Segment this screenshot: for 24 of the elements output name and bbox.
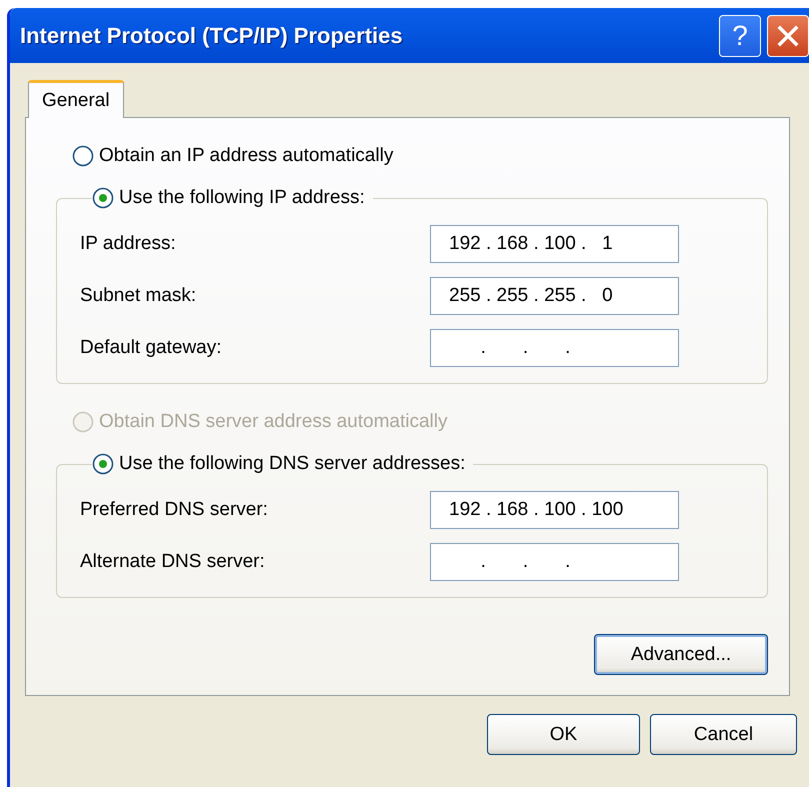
window-title: Internet Protocol (TCP/IP) Properties	[20, 22, 404, 48]
ip-address-field[interactable]: 192 . 168 . 100 . 1	[430, 225, 679, 263]
radio-button[interactable]	[92, 453, 114, 475]
ip-address-field[interactable]: . . .	[430, 543, 679, 581]
dialog-button[interactable]: Cancel	[650, 714, 797, 755]
field-label: Subnet mask:	[80, 285, 198, 307]
radio-button[interactable]	[92, 187, 114, 209]
ip-address-field[interactable]: 255 . 255 . 255 . 0	[430, 277, 679, 315]
radio-label[interactable]: Obtain an IP address automatically	[99, 145, 394, 167]
field-label: Default gateway:	[80, 337, 223, 359]
field-label: IP address:	[80, 233, 177, 255]
radio-label[interactable]: Use the following DNS server addresses:	[119, 453, 466, 475]
ip-address-field[interactable]: . . .	[430, 329, 679, 367]
close-button[interactable]	[767, 14, 809, 56]
ip-address-field[interactable]: 192 . 168 . 100 . 100	[430, 491, 679, 529]
field-label: Preferred DNS server:	[80, 499, 269, 521]
dialog-button[interactable]: OK	[487, 714, 640, 755]
radio-label[interactable]: Use the following IP address:	[119, 187, 365, 209]
field-label: Alternate DNS server:	[80, 551, 266, 573]
radio-button[interactable]	[72, 145, 94, 167]
help-button[interactable]: ?	[719, 14, 761, 56]
tab[interactable]: General	[28, 80, 124, 118]
close-icon	[777, 24, 799, 46]
advanced-button[interactable]: Advanced...	[594, 634, 768, 675]
